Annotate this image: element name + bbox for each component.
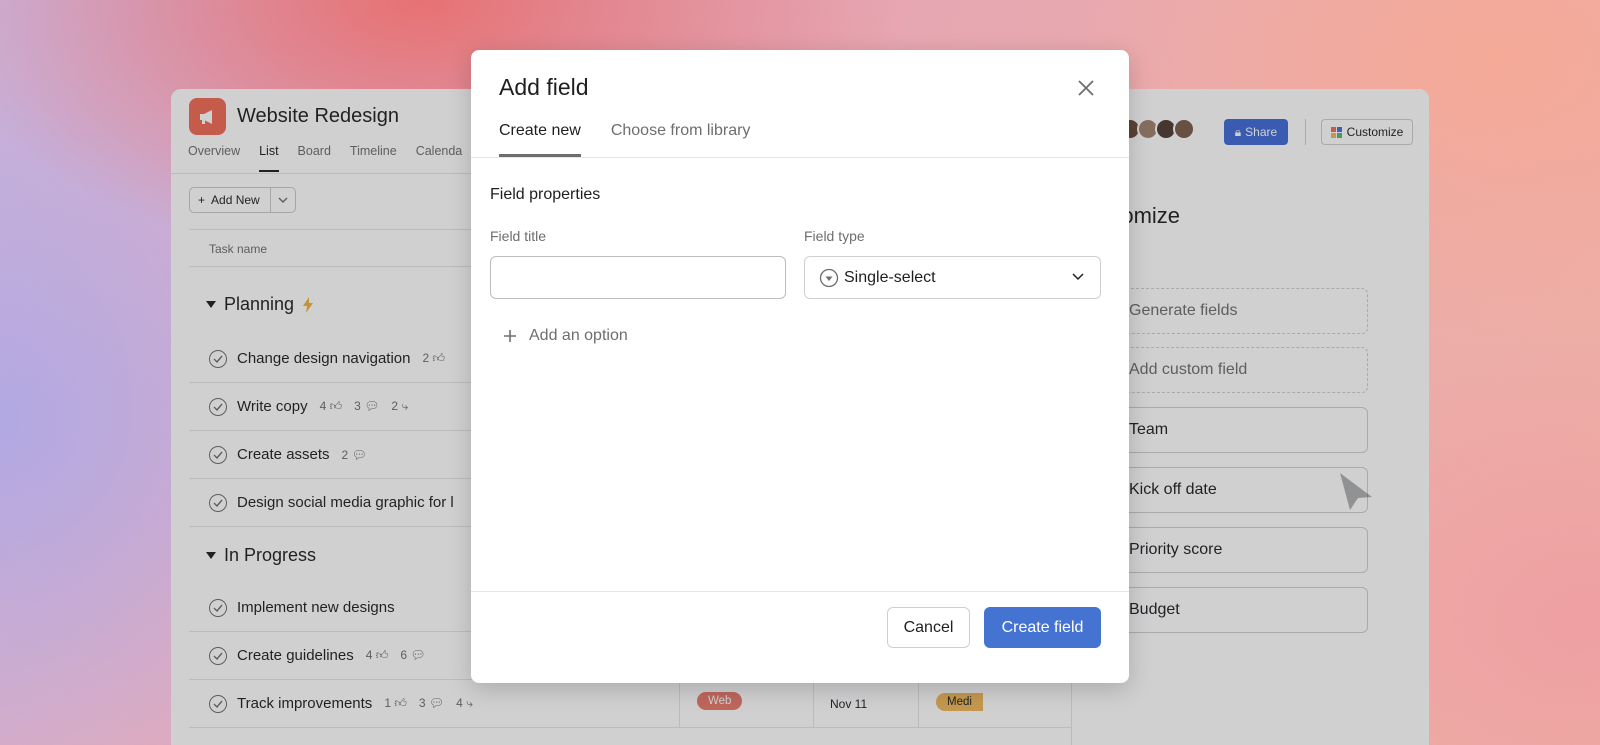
single-select-icon: [819, 268, 839, 287]
tabs-divider: [471, 157, 1129, 158]
close-icon[interactable]: [1075, 77, 1097, 99]
plus-icon: [504, 330, 516, 342]
field-title-label: Field title: [490, 228, 547, 244]
field-type-label: Field type: [804, 228, 865, 244]
dialog-tabs: Create new Choose from library: [499, 122, 750, 157]
field-title-input[interactable]: [490, 256, 786, 299]
cursor-icon: [1340, 473, 1372, 510]
chevron-down-icon: [1072, 273, 1084, 281]
add-field-dialog: Add field Create new Choose from library…: [471, 50, 1129, 683]
tab-choose-from-library[interactable]: Choose from library: [611, 122, 751, 157]
dialog-title: Add field: [499, 74, 589, 100]
tab-create-new[interactable]: Create new: [499, 122, 581, 157]
add-option-button[interactable]: Add an option: [503, 327, 628, 345]
field-properties-heading: Field properties: [490, 186, 601, 203]
footer-divider: [471, 591, 1129, 592]
cancel-button[interactable]: Cancel: [887, 607, 970, 648]
field-type-select[interactable]: Single-select: [804, 256, 1101, 299]
create-field-button[interactable]: Create field: [984, 607, 1101, 648]
field-type-value: Single-select: [844, 268, 936, 286]
